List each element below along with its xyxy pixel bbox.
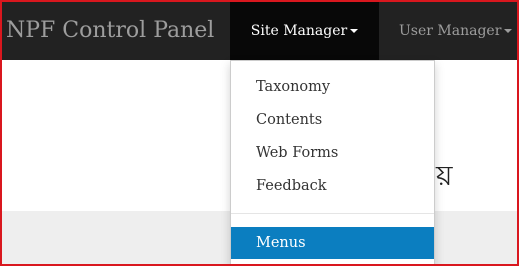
nav-user-manager[interactable]: User Manager	[399, 2, 513, 60]
page-heading-fragment: য়	[436, 159, 453, 192]
nav-site-manager-label: Site Manager	[250, 23, 348, 39]
site-manager-dropdown: Taxonomy Contents Web Forms Feedback Men…	[230, 60, 435, 264]
menu-item-web-forms[interactable]: Web Forms	[231, 137, 434, 169]
menu-item-feedback[interactable]: Feedback	[231, 170, 434, 202]
menu-item-contents[interactable]: Contents	[231, 104, 434, 136]
brand-title[interactable]: NPF Control Panel	[6, 2, 214, 60]
screenshot-frame: NPF Control Panel Site Manager User Mana…	[0, 0, 519, 266]
menu-item-menus[interactable]: Menus	[231, 227, 434, 259]
menu-divider	[231, 213, 434, 214]
caret-down-icon	[350, 29, 359, 33]
nav-site-manager[interactable]: Site Manager	[230, 2, 379, 60]
menu-item-taxonomy[interactable]: Taxonomy	[231, 71, 434, 103]
top-navbar: NPF Control Panel Site Manager User Mana…	[2, 2, 517, 60]
nav-user-manager-label: User Manager	[399, 23, 502, 39]
caret-down-icon	[504, 29, 513, 33]
